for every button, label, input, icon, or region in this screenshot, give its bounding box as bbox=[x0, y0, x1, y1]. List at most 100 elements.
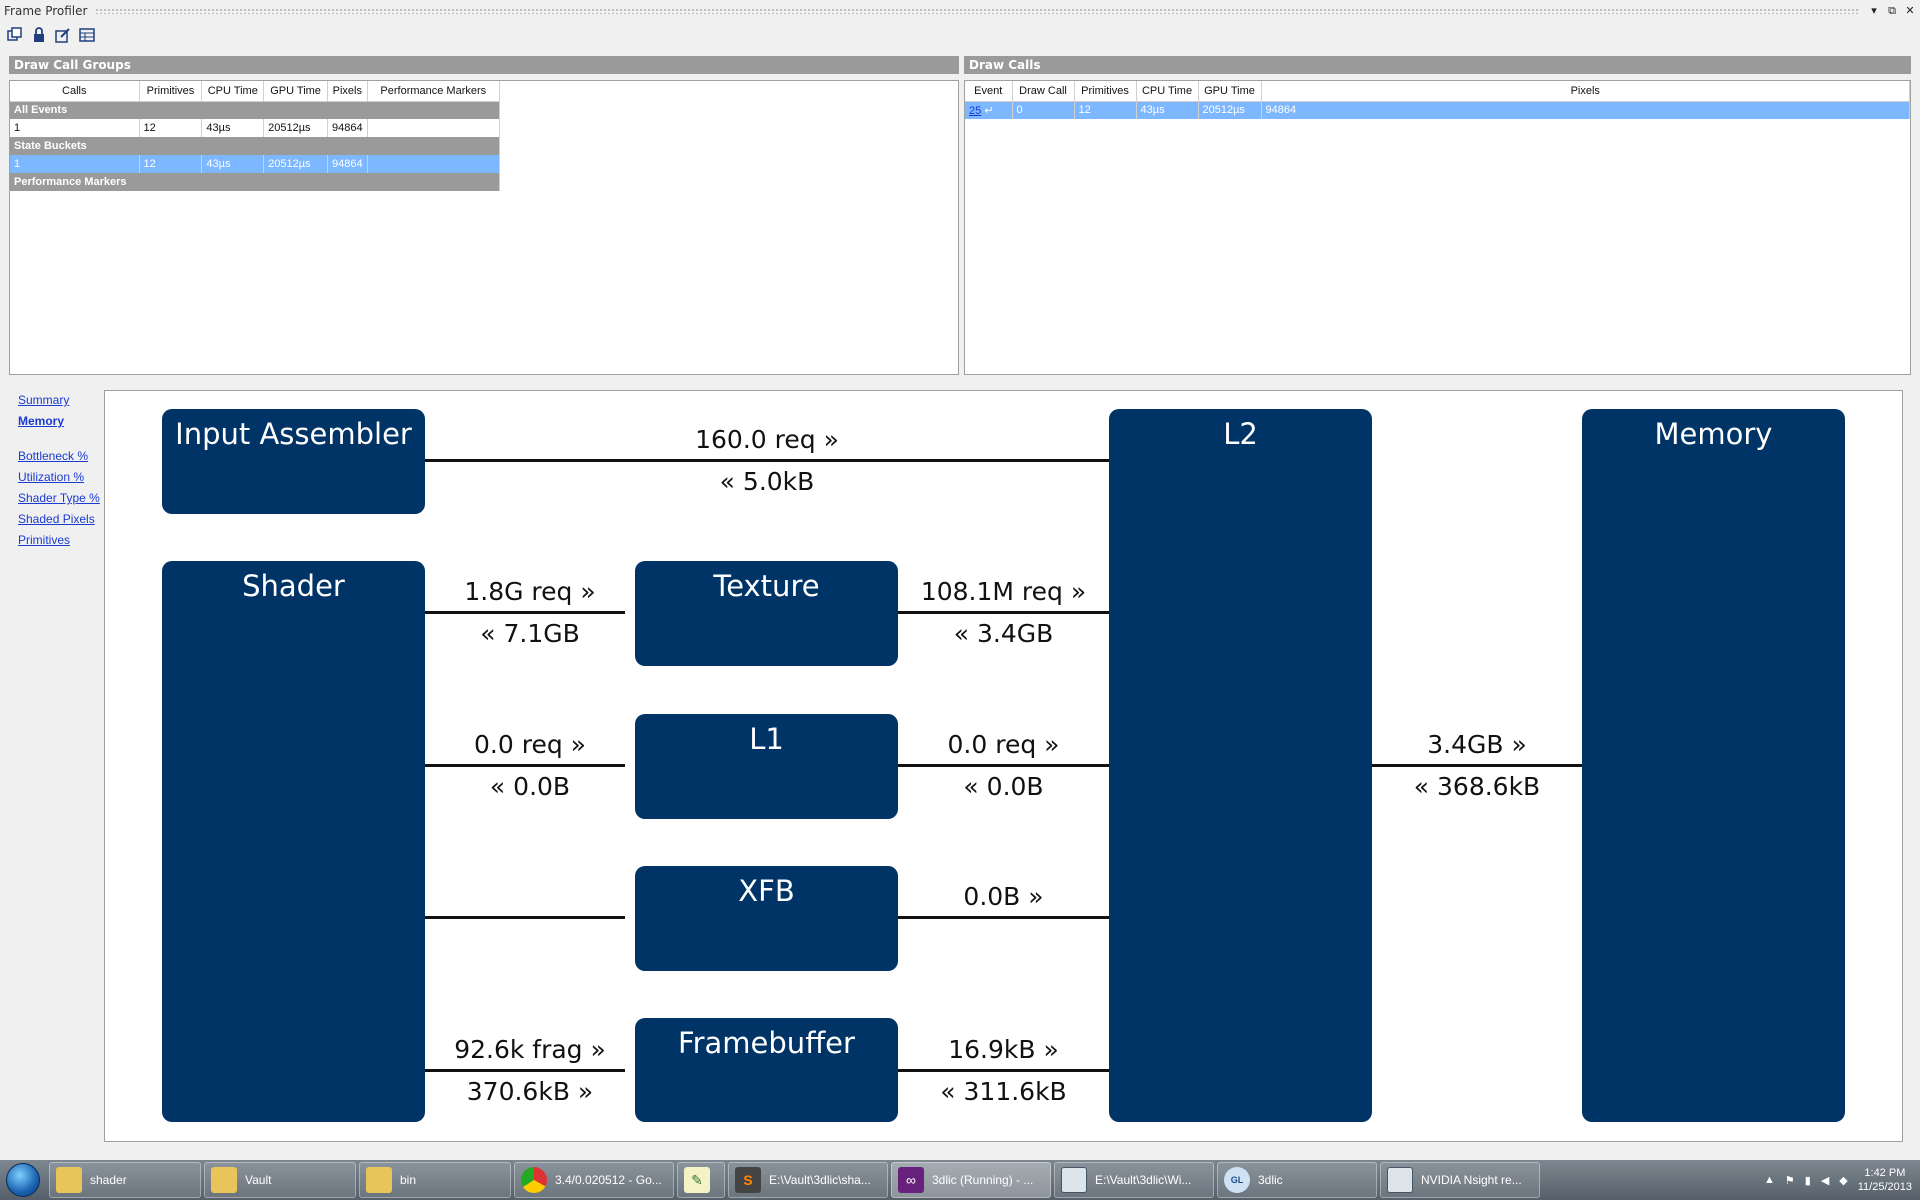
nav-shader-type[interactable]: Shader Type % bbox=[18, 488, 100, 509]
restore-icon[interactable]: ⧉ bbox=[1884, 3, 1900, 19]
group-header-state-buckets[interactable]: State Buckets bbox=[10, 137, 500, 155]
title-grip bbox=[95, 8, 1858, 14]
table-icon[interactable] bbox=[78, 26, 96, 44]
column-cpu-time[interactable]: CPU Time bbox=[201, 81, 265, 102]
ia-request-label: 160.0 req » bbox=[695, 425, 839, 454]
texture-l2-return-label: « 3.4GB bbox=[953, 619, 1054, 648]
column-draw-call[interactable]: Draw Call bbox=[1012, 81, 1075, 102]
taskbar-item[interactable]: NVIDIA Nsight re... bbox=[1380, 1162, 1540, 1198]
view-nav: Summary Memory Bottleneck % Utilization … bbox=[18, 390, 100, 551]
nav-summary[interactable]: Summary bbox=[18, 390, 100, 411]
shader-texture-request-label: 1.8G req » bbox=[464, 577, 596, 606]
window-icon bbox=[1061, 1167, 1087, 1193]
l2-memory-line bbox=[1370, 764, 1610, 767]
action-center-icon[interactable]: ⚑ bbox=[1785, 1174, 1795, 1187]
taskbar-item[interactable]: GL 3dlic bbox=[1217, 1162, 1377, 1198]
volume-icon[interactable]: ◀ bbox=[1821, 1174, 1829, 1187]
taskbar-item[interactable]: S E:\Vault\3dlic\sha... bbox=[728, 1162, 888, 1198]
nav-primitives[interactable]: Primitives bbox=[18, 530, 100, 551]
taskbar-item[interactable]: Vault bbox=[204, 1162, 356, 1198]
framebuffer-box[interactable]: Framebuffer bbox=[635, 1018, 898, 1122]
framebuffer-l2-request-label: 16.9kB » bbox=[948, 1035, 1059, 1064]
lock-icon[interactable] bbox=[30, 26, 48, 44]
column-calls[interactable]: Calls bbox=[10, 81, 140, 102]
column-event[interactable]: Event bbox=[965, 81, 1013, 102]
table-row-selected[interactable]: 25 ↵ 0 12 43µs 20512µs 94864 bbox=[965, 101, 1910, 119]
column-primitives[interactable]: Primitives bbox=[1074, 81, 1137, 102]
input-assembler-box[interactable]: Input Assembler bbox=[162, 409, 425, 514]
memory-box[interactable]: Memory bbox=[1582, 409, 1845, 1122]
nav-utilization[interactable]: Utilization % bbox=[18, 467, 100, 488]
ia-return-label: « 5.0kB bbox=[719, 467, 815, 496]
xfb-l2-label: 0.0B » bbox=[963, 882, 1044, 911]
taskbar-item[interactable]: shader bbox=[49, 1162, 201, 1198]
draw-calls-table: Event Draw Call Primitives CPU Time GPU … bbox=[965, 81, 1910, 119]
column-performance-markers[interactable]: Performance Markers bbox=[367, 81, 501, 102]
taskbar-item[interactable]: E:\Vault\3dlic\Wi... bbox=[1054, 1162, 1214, 1198]
column-primitives[interactable]: Primitives bbox=[139, 81, 203, 102]
event-link-cell[interactable]: 25 ↵ bbox=[965, 101, 1013, 119]
texture-box[interactable]: Texture bbox=[635, 561, 898, 666]
column-cpu-time[interactable]: CPU Time bbox=[1136, 81, 1199, 102]
table-row[interactable]: 1 12 43µs 20512µs 94864 bbox=[10, 119, 501, 137]
folder-icon bbox=[366, 1167, 392, 1193]
shader-framebuffer-frag-label: 92.6k frag » bbox=[454, 1035, 606, 1064]
dropdown-icon[interactable]: ▾ bbox=[1866, 3, 1882, 19]
clock-date: 11/25/2013 bbox=[1857, 1181, 1912, 1193]
window-title: Frame Profiler bbox=[4, 4, 88, 18]
l2-box[interactable]: L2 bbox=[1109, 409, 1372, 1122]
draw-call-groups-table: Calls Primitives CPU Time GPU Time Pixel… bbox=[10, 81, 501, 191]
folder-icon bbox=[56, 1167, 82, 1193]
sublime-icon: S bbox=[735, 1167, 761, 1193]
nsight-icon bbox=[1387, 1167, 1413, 1193]
group-header-all-events[interactable]: All Events bbox=[10, 101, 500, 119]
taskbar-item[interactable]: 3.4/0.020512 - Go... bbox=[514, 1162, 674, 1198]
xfb-l2-line bbox=[897, 916, 1137, 919]
texture-l2-request-label: 108.1M req » bbox=[920, 577, 1087, 606]
shader-xfb-line bbox=[425, 916, 625, 919]
l2-memory-request-label: 3.4GB » bbox=[1427, 730, 1527, 759]
column-pixels[interactable]: Pixels bbox=[327, 81, 368, 102]
folder-icon bbox=[211, 1167, 237, 1193]
shader-framebuffer-bytes-label: 370.6kB » bbox=[466, 1077, 594, 1106]
nav-memory[interactable]: Memory bbox=[18, 411, 100, 432]
column-gpu-time[interactable]: GPU Time bbox=[263, 81, 328, 102]
framebuffer-l2-return-label: « 311.6kB bbox=[940, 1077, 1067, 1106]
close-icon[interactable]: ✕ bbox=[1902, 3, 1918, 19]
edit-icon[interactable] bbox=[54, 26, 72, 44]
table-row-selected[interactable]: 1 12 43µs 20512µs 94864 bbox=[10, 155, 501, 173]
visual-studio-icon: ∞ bbox=[898, 1167, 924, 1193]
taskbar-item[interactable]: ✎ bbox=[677, 1162, 725, 1198]
nav-shaded-pixels[interactable]: Shaded Pixels bbox=[18, 509, 100, 530]
draw-calls-header: Draw Calls bbox=[964, 56, 1911, 74]
xfb-box[interactable]: XFB bbox=[635, 866, 898, 971]
draw-calls-panel: Event Draw Call Primitives CPU Time GPU … bbox=[964, 80, 1911, 375]
notepad-icon: ✎ bbox=[684, 1167, 710, 1193]
group-header-performance-markers[interactable]: Performance Markers bbox=[10, 173, 500, 191]
shader-framebuffer-line bbox=[425, 1069, 625, 1072]
shader-texture-line bbox=[425, 611, 625, 614]
l1-box[interactable]: L1 bbox=[635, 714, 898, 819]
column-pixels[interactable]: Pixels bbox=[1261, 81, 1910, 102]
texture-l2-line bbox=[897, 611, 1137, 614]
l1-l2-request-label: 0.0 req » bbox=[947, 730, 1060, 759]
taskbar-item[interactable]: ∞ 3dlic (Running) - ... bbox=[891, 1162, 1051, 1198]
copy-icon[interactable] bbox=[6, 26, 24, 44]
start-button[interactable] bbox=[0, 1160, 46, 1200]
shader-box[interactable]: Shader bbox=[162, 561, 425, 1122]
clock[interactable]: 1:42 PM 11/25/2013 bbox=[1858, 1166, 1912, 1194]
draw-call-groups-header: Draw Call Groups bbox=[9, 56, 959, 74]
shader-texture-return-label: « 7.1GB bbox=[480, 619, 580, 648]
dropbox-icon[interactable]: ◆ bbox=[1839, 1174, 1847, 1187]
chrome-icon bbox=[521, 1167, 547, 1193]
network-icon[interactable]: ▮ bbox=[1805, 1174, 1811, 1187]
toolbar bbox=[6, 24, 96, 46]
l1-l2-return-label: « 0.0B bbox=[963, 772, 1044, 801]
event-link[interactable]: 25 bbox=[969, 105, 981, 117]
taskbar-item[interactable]: bin bbox=[359, 1162, 511, 1198]
shader-l1-request-label: 0.0 req » bbox=[474, 730, 586, 759]
nav-bottleneck[interactable]: Bottleneck % bbox=[18, 446, 100, 467]
column-gpu-time[interactable]: GPU Time bbox=[1198, 81, 1262, 102]
event-arrow-icon: ↵ bbox=[984, 104, 994, 117]
show-hidden-icons-icon[interactable]: ▲ bbox=[1764, 1174, 1775, 1186]
